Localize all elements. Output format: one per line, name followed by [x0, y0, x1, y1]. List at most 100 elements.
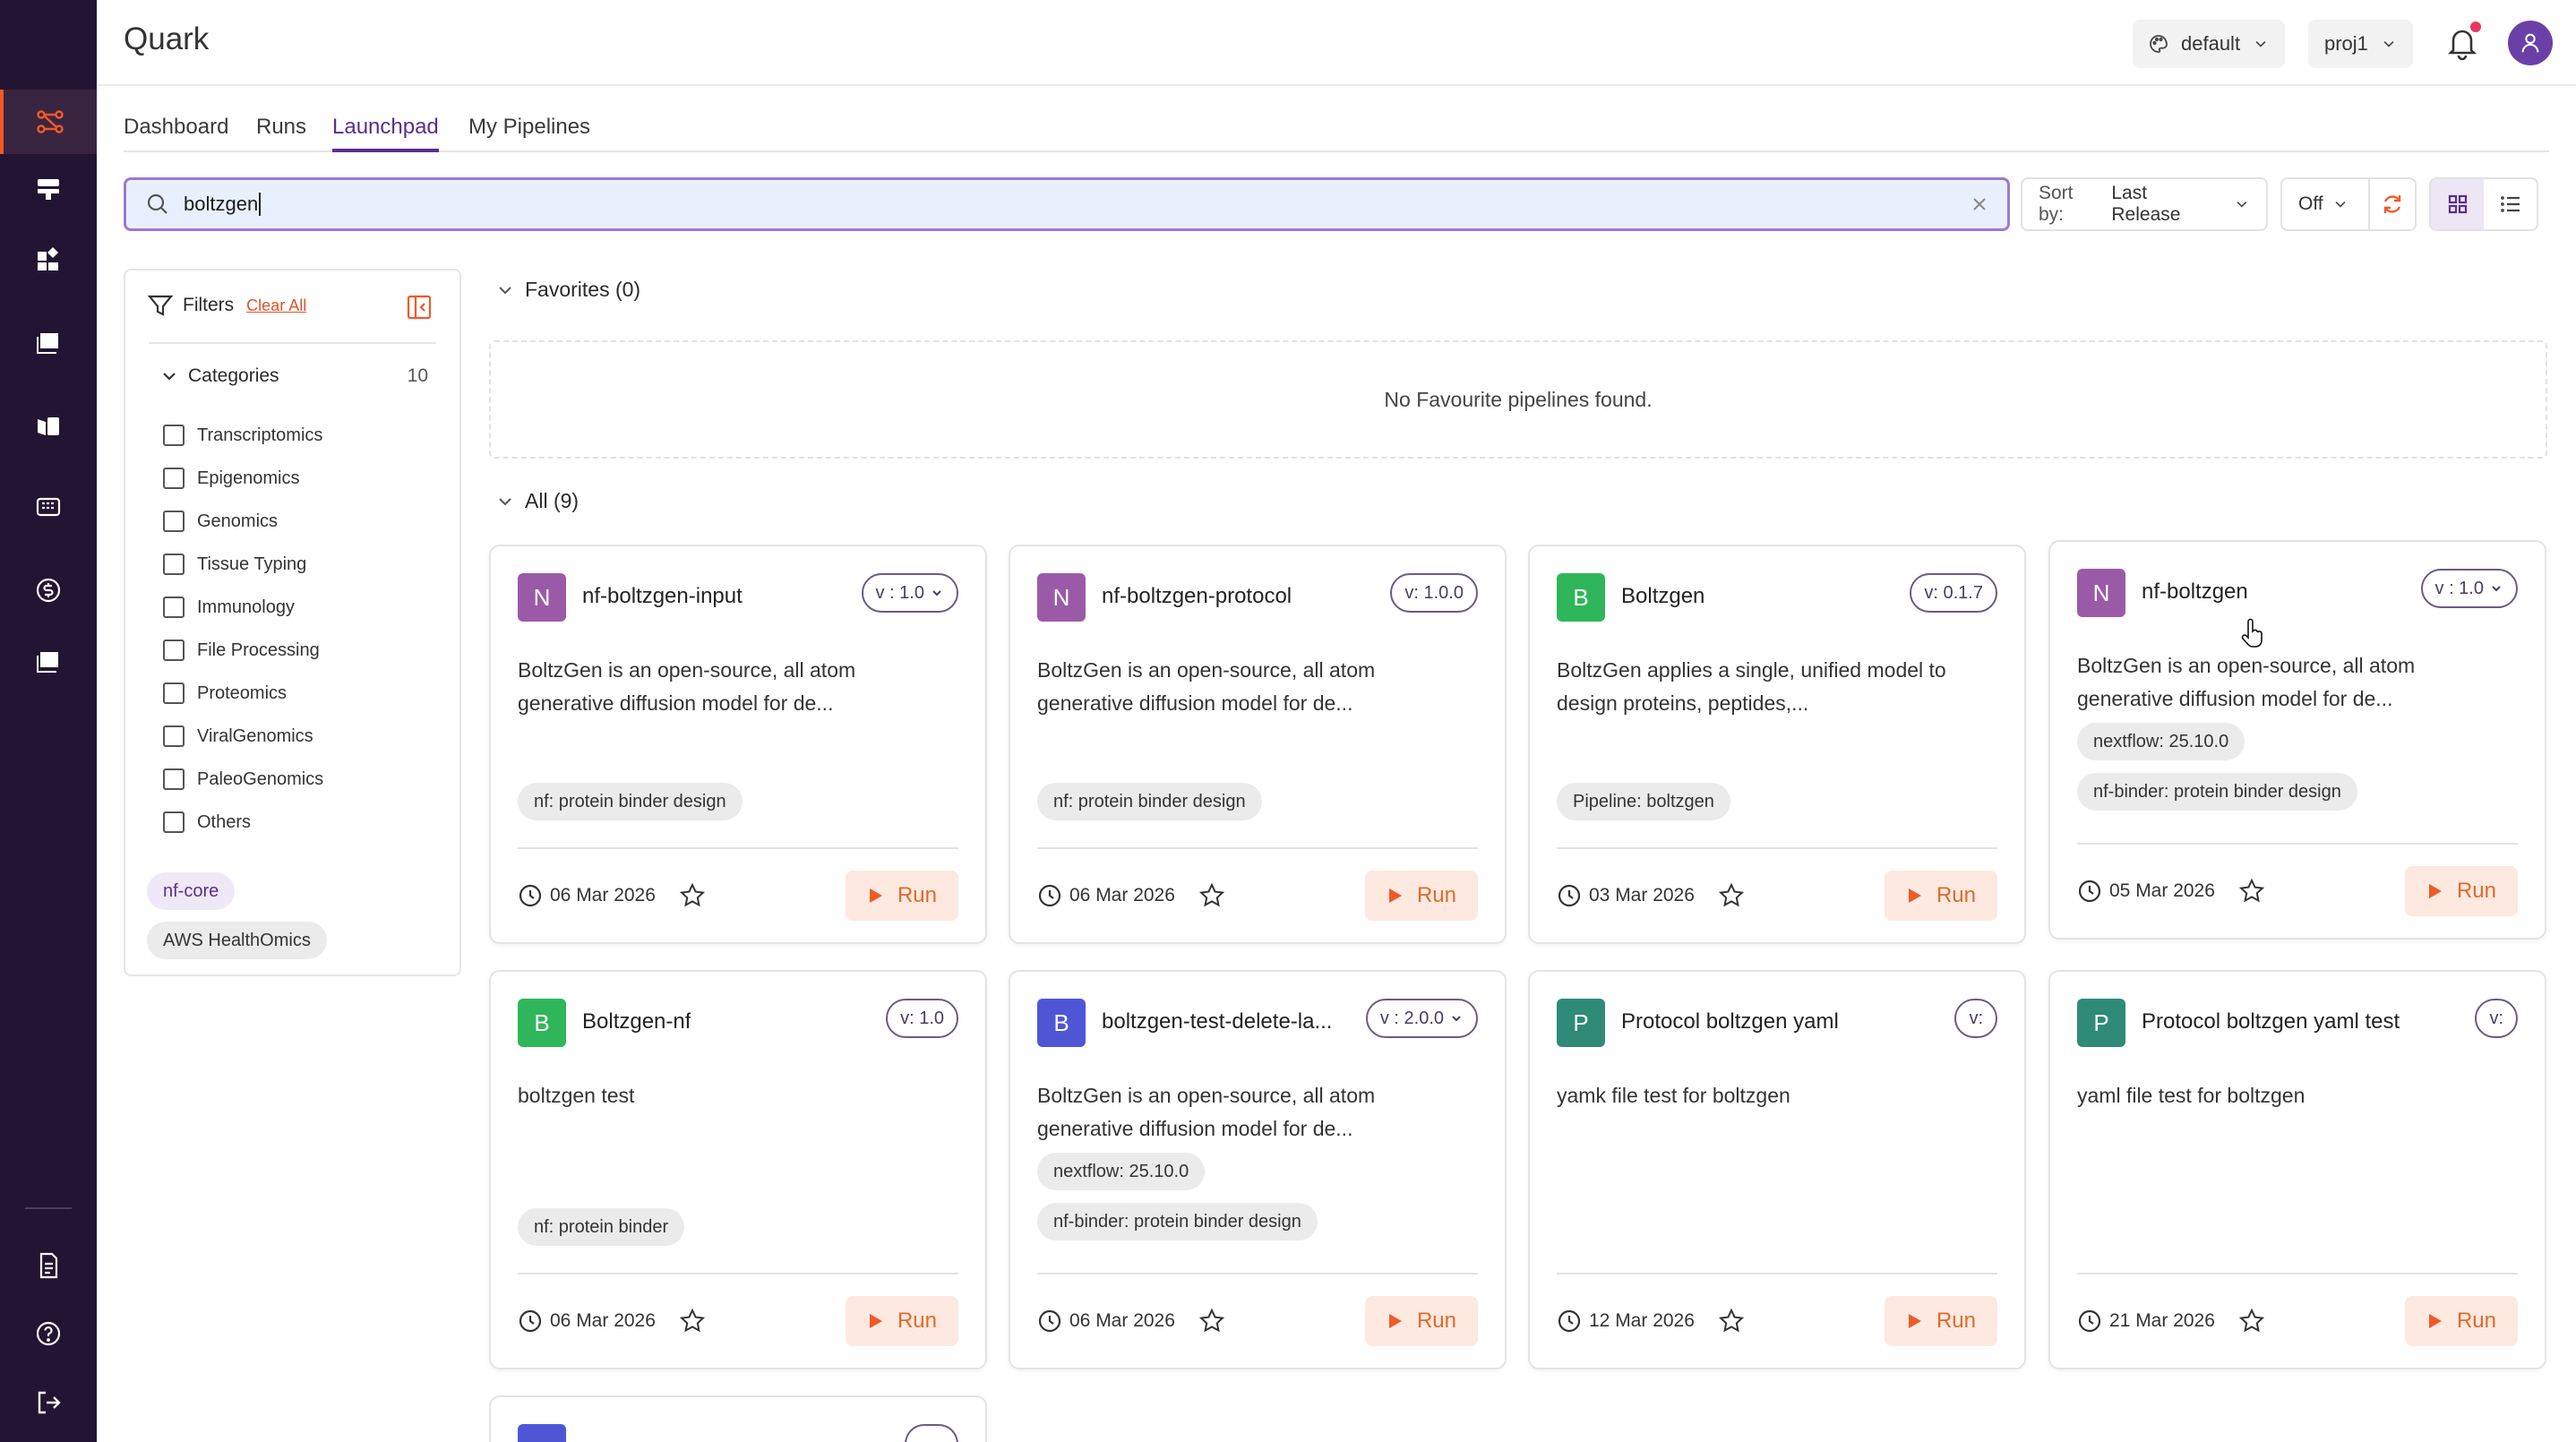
checkbox[interactable]	[163, 425, 185, 446]
category-immunology[interactable]: Immunology	[163, 586, 323, 629]
environment-selector[interactable]: default	[2133, 20, 2286, 68]
project-selector[interactable]: proj1	[2308, 20, 2413, 68]
filter-chip-aws-healthomics[interactable]: AWS HealthOmics	[147, 922, 327, 959]
compute-nav-icon[interactable]	[0, 475, 97, 539]
version-selector[interactable]: v : 2.0.0	[1365, 999, 1478, 1038]
tab-runs[interactable]: Runs	[256, 115, 306, 152]
auto-refresh-toggle[interactable]: Off	[2280, 177, 2417, 231]
star-icon[interactable]	[2238, 878, 2265, 905]
pipeline-name[interactable]: boltzgen-test-delete-la...	[1102, 1009, 1332, 1034]
grid-view-button[interactable]	[2431, 179, 2484, 229]
category-others[interactable]: Others	[163, 801, 323, 844]
refresh-icon[interactable]	[2381, 193, 2404, 216]
tab-launchpad[interactable]: Launchpad	[332, 115, 439, 152]
tab-my-pipelines[interactable]: My Pipelines	[468, 115, 590, 152]
category-file-processing[interactable]: File Processing	[163, 629, 323, 672]
billing-nav-icon[interactable]	[0, 558, 97, 622]
user-avatar[interactable]	[2508, 21, 2553, 65]
pipeline-card[interactable]: P Protocol boltzgen yaml v: yamk file te…	[1528, 970, 2026, 1369]
checkbox[interactable]	[163, 682, 185, 704]
clock-icon	[1558, 1309, 1581, 1333]
category-viralgenomics[interactable]: ViralGenomics	[163, 715, 323, 758]
tab-dashboard[interactable]: Dashboard	[124, 115, 228, 152]
pipeline-name[interactable]: Boltzgen-nf	[582, 1009, 691, 1034]
run-button[interactable]: Run	[1364, 871, 1478, 921]
run-button[interactable]: Run	[2404, 1296, 2518, 1346]
run-button[interactable]: Run	[845, 1296, 958, 1346]
star-icon[interactable]	[1198, 882, 1225, 909]
category-genomics[interactable]: Genomics	[163, 500, 323, 543]
search-input[interactable]: boltzgen	[124, 177, 2010, 231]
checkbox[interactable]	[163, 468, 185, 489]
filters-title: Filters	[183, 295, 235, 315]
collapse-panel-icon[interactable]	[406, 294, 433, 321]
checkbox[interactable]	[163, 811, 185, 833]
category-tissue-typing[interactable]: Tissue Typing	[163, 543, 323, 586]
pipeline-card[interactable]: B Boltzgen-nf v: 1.0 boltzgen test nf: p…	[489, 970, 987, 1369]
checkbox[interactable]	[163, 554, 185, 575]
run-button[interactable]: Run	[1884, 871, 1997, 921]
pipeline-card[interactable]: N nf-boltzgen-input v : 1.0 BoltzGen is …	[489, 545, 987, 944]
version-selector[interactable]: v: 1.0	[886, 999, 958, 1038]
clock-icon	[1038, 1309, 1061, 1333]
checkbox[interactable]	[163, 639, 185, 661]
category-proteomics[interactable]: Proteomics	[163, 672, 323, 715]
list-view-button[interactable]	[2484, 179, 2537, 229]
run-button[interactable]: Run	[2404, 866, 2518, 916]
datasets-nav-icon[interactable]	[0, 627, 97, 691]
category-transcriptomics[interactable]: Transcriptomics	[163, 414, 323, 457]
sort-dropdown[interactable]: Sort by: Last Release	[2021, 177, 2268, 231]
release-date-text: 06 Mar 2026	[550, 885, 656, 906]
pipelines-nav-icon[interactable]	[0, 90, 97, 154]
run-button[interactable]: Run	[1364, 1296, 1478, 1346]
clock-icon	[519, 884, 542, 907]
pipeline-card[interactable]: N nf-boltzgen v : 1.0 BoltzGen is an ope…	[2048, 540, 2546, 940]
pipeline-name[interactable]: nf-boltzgen	[2142, 579, 2248, 605]
star-icon[interactable]	[1718, 1308, 1745, 1335]
pipeline-card[interactable]: B Boltzgen v: 0.1.7 BoltzGen applies a s…	[1528, 545, 2026, 944]
pipeline-name[interactable]: nf-boltzgen-protocol	[1102, 584, 1292, 609]
checkbox[interactable]	[163, 597, 185, 618]
version-pill[interactable]	[905, 1424, 958, 1442]
star-icon[interactable]	[1198, 1308, 1225, 1335]
pipeline-name[interactable]: Boltzgen	[1621, 584, 1704, 609]
folders-nav-icon[interactable]	[0, 308, 97, 373]
checkbox[interactable]	[163, 511, 185, 532]
clear-all-link[interactable]: Clear All	[246, 296, 306, 315]
library-nav-icon[interactable]	[0, 394, 97, 459]
version-selector[interactable]: v: 1.0.0	[1390, 573, 1478, 613]
clear-search-icon[interactable]	[1968, 193, 1991, 216]
pipeline-card[interactable]: N nf-boltzgen-protocol v: 1.0.0 BoltzGen…	[1009, 545, 1507, 944]
star-icon[interactable]	[1718, 882, 1745, 909]
filter-chip-nf-core[interactable]: nf-core	[147, 872, 236, 910]
category-epigenomics[interactable]: Epigenomics	[163, 457, 323, 500]
all-toggle[interactable]: All (9)	[496, 489, 579, 513]
pipeline-name[interactable]: Protocol boltzgen yaml test	[2142, 1009, 2400, 1034]
category-list: Transcriptomics Epigenomics Genomics Tis…	[163, 414, 323, 844]
help-nav-icon[interactable]	[0, 1301, 97, 1366]
servers-nav-icon[interactable]	[0, 157, 97, 221]
star-icon[interactable]	[679, 1308, 706, 1335]
version-selector[interactable]: v: 0.1.7	[1910, 573, 1997, 613]
favorites-toggle[interactable]: Favorites (0)	[496, 278, 640, 302]
version-selector[interactable]: v : 1.0	[2420, 569, 2518, 608]
version-selector[interactable]: v : 1.0	[861, 573, 958, 613]
pipeline-card[interactable]: B boltzgen-test-delete-la... v : 2.0.0 B…	[1009, 970, 1507, 1369]
star-icon[interactable]	[679, 882, 706, 909]
categories-toggle[interactable]: Categories 10	[159, 365, 428, 387]
pipeline-name[interactable]: Protocol boltzgen yaml	[1621, 1009, 1839, 1034]
apps-nav-icon[interactable]	[0, 227, 97, 292]
star-icon[interactable]	[2238, 1308, 2265, 1335]
pipeline-card[interactable]: P Protocol boltzgen yaml test v: yaml fi…	[2048, 970, 2546, 1369]
version-selector[interactable]: v:	[2475, 999, 2518, 1038]
pipeline-name[interactable]: nf-boltzgen-input	[582, 584, 743, 609]
logout-nav-icon[interactable]	[0, 1370, 97, 1435]
category-paleogenomics[interactable]: PaleoGenomics	[163, 758, 323, 801]
checkbox[interactable]	[163, 725, 185, 747]
checkbox[interactable]	[163, 768, 185, 790]
docs-nav-icon[interactable]	[0, 1233, 97, 1298]
run-button[interactable]: Run	[845, 871, 958, 921]
version-selector[interactable]: v:	[1954, 999, 1997, 1038]
run-button[interactable]: Run	[1884, 1296, 1997, 1346]
pipeline-card[interactable]	[489, 1395, 987, 1442]
